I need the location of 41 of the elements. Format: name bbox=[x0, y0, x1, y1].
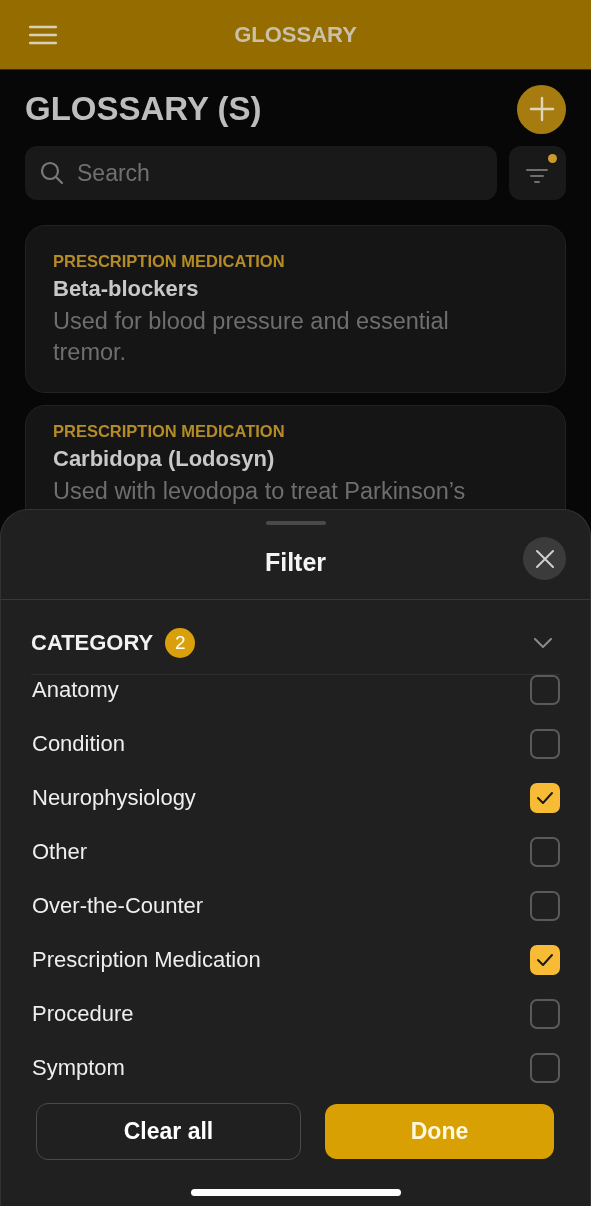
checkbox[interactable] bbox=[530, 675, 560, 705]
checkbox[interactable] bbox=[530, 999, 560, 1029]
drag-handle[interactable] bbox=[265, 521, 326, 525]
card-category: PRESCRIPTION MEDICATION bbox=[53, 252, 286, 271]
check-icon bbox=[536, 791, 554, 805]
plus-icon bbox=[528, 96, 555, 122]
category-option[interactable]: Anatomy bbox=[32, 677, 119, 703]
category-option[interactable]: Other bbox=[32, 839, 88, 865]
chevron-icon[interactable] bbox=[534, 638, 552, 648]
close-icon bbox=[534, 548, 555, 569]
filter-button[interactable] bbox=[509, 146, 566, 200]
category-option[interactable]: Prescription Medication bbox=[32, 947, 261, 973]
header-title: GLOSSARY bbox=[234, 21, 357, 48]
search-icon bbox=[40, 161, 64, 185]
check-icon bbox=[536, 953, 554, 967]
checkbox[interactable] bbox=[530, 945, 560, 975]
clear-all-button[interactable]: Clear all bbox=[36, 1103, 301, 1160]
card-category: PRESCRIPTION MEDICATION bbox=[53, 422, 286, 441]
category-option[interactable]: Condition bbox=[32, 731, 125, 757]
card-term: Carbidopa (Lodosyn) bbox=[53, 446, 276, 472]
checkbox[interactable] bbox=[530, 783, 560, 813]
category-option[interactable]: Over-the-Counter bbox=[32, 893, 204, 919]
category-option[interactable]: Symptom bbox=[32, 1055, 125, 1081]
checkbox[interactable] bbox=[530, 837, 560, 867]
count-badge: 2 bbox=[165, 628, 196, 658]
close-button[interactable] bbox=[523, 537, 566, 580]
add-button[interactable] bbox=[517, 84, 566, 134]
page-title: GLOSSARY (S) bbox=[25, 90, 262, 128]
section-label: CATEGORY bbox=[31, 630, 154, 656]
search-field[interactable]: Search bbox=[25, 146, 497, 200]
checkbox[interactable] bbox=[530, 891, 560, 921]
checkbox[interactable] bbox=[530, 729, 560, 759]
menu-icon[interactable] bbox=[29, 25, 57, 45]
card-description: Used for blood pressure and essential tremor. bbox=[53, 307, 450, 367]
checkbox[interactable] bbox=[530, 1053, 560, 1083]
category-option[interactable]: Neurophysiology bbox=[32, 785, 196, 811]
glossary-card[interactable]: PRESCRIPTION MEDICATION Beta-blockers Used for blood pressure and essential tremor. bbox=[25, 225, 566, 393]
card-term: Beta-blockers bbox=[53, 276, 200, 302]
sheet-title: Filter bbox=[264, 547, 327, 577]
category-option[interactable]: Procedure bbox=[32, 1001, 134, 1027]
card-description: Used with levodopa to treat Parkinson’s bbox=[53, 477, 467, 506]
